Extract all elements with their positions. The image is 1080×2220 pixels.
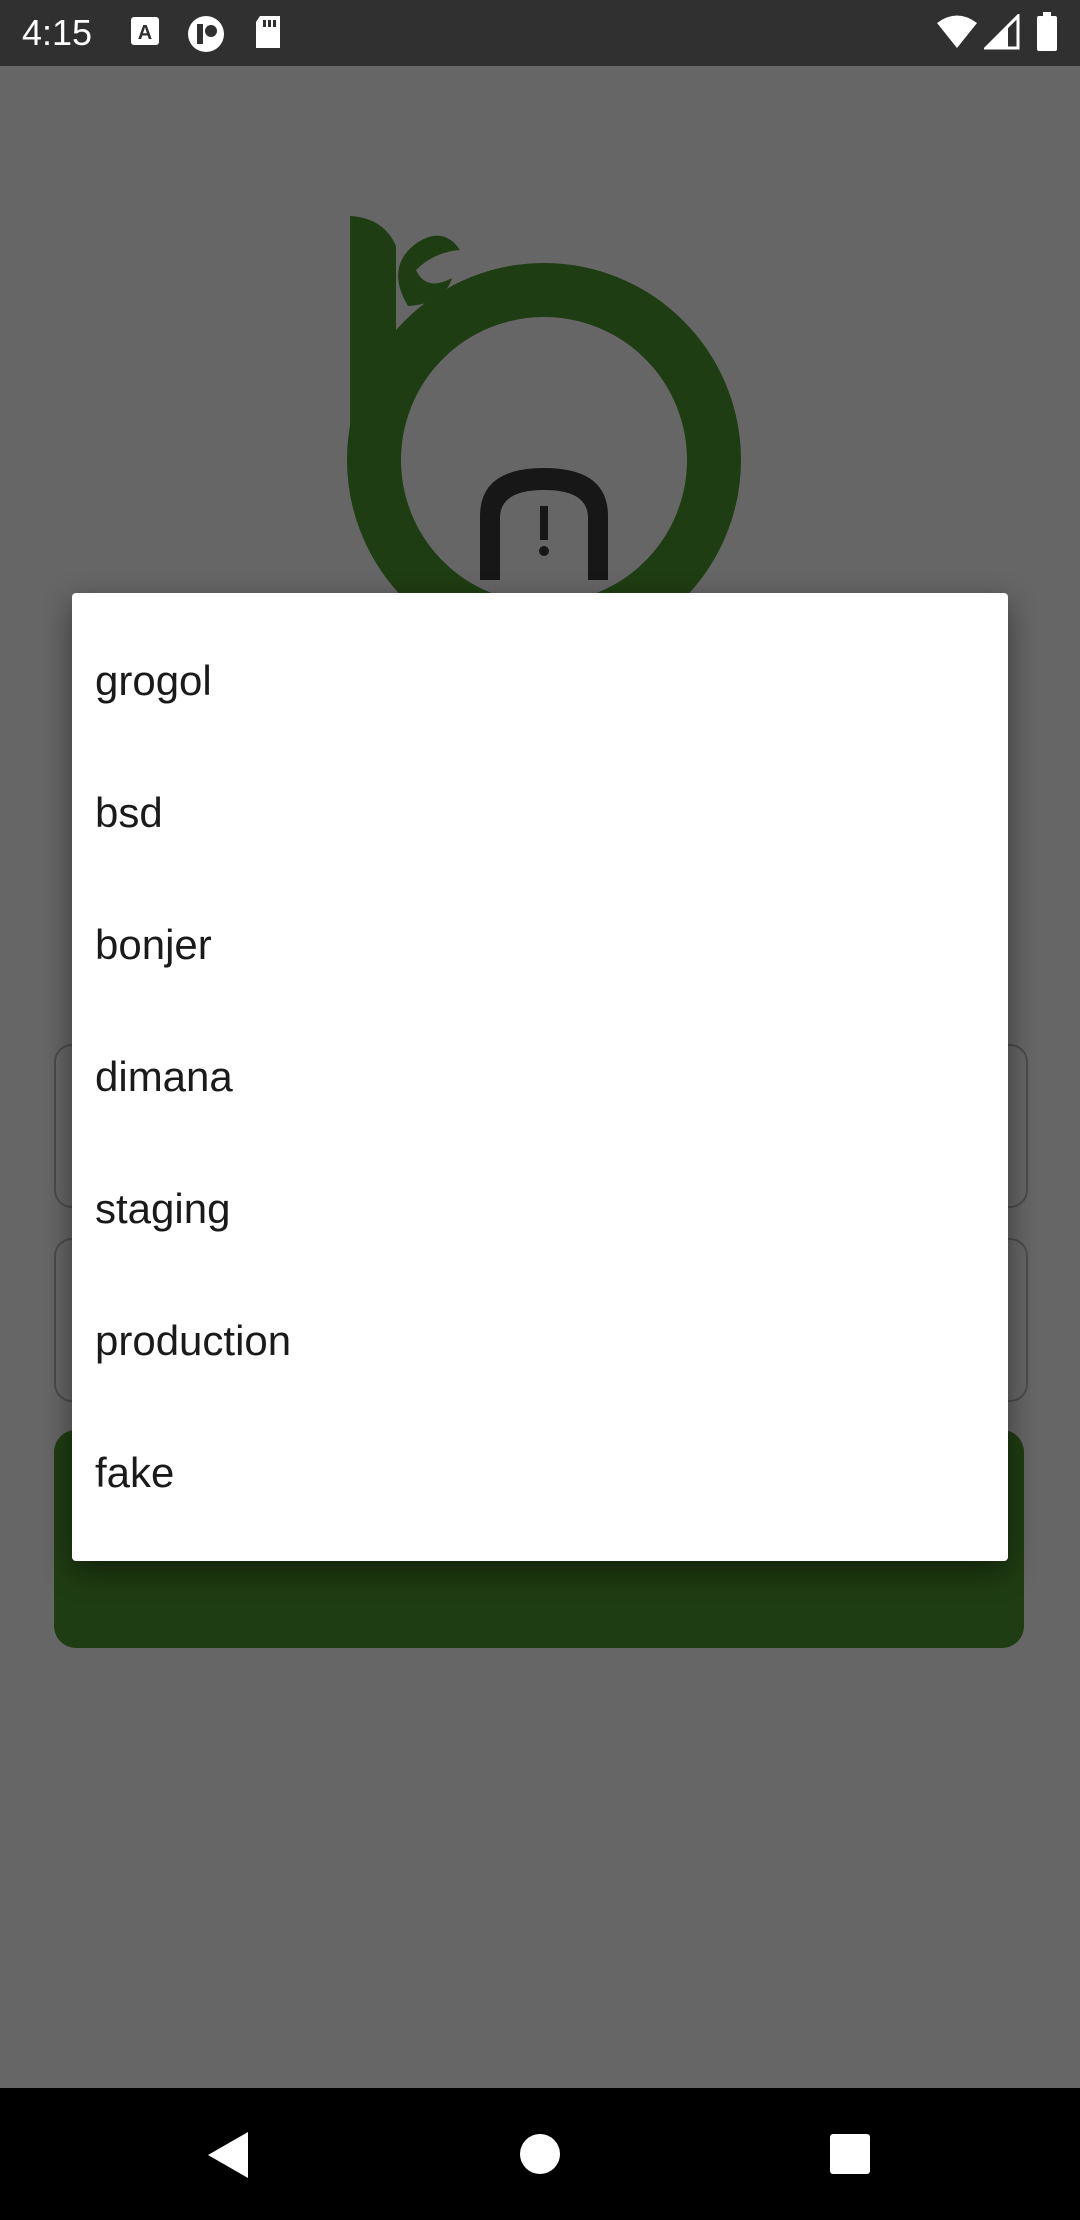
option-grogol[interactable]: grogol [72, 615, 1008, 747]
wifi-icon [936, 14, 978, 55]
option-staging[interactable]: staging [72, 1143, 1008, 1275]
navigation-bar [0, 2088, 1080, 2220]
option-bsd[interactable]: bsd [72, 747, 1008, 879]
option-dimana[interactable]: dimana [72, 1011, 1008, 1143]
environment-select-dialog: grogol bsd bonjer dimana staging product… [72, 593, 1008, 1561]
notification-app-icon [186, 14, 226, 59]
sd-card-icon [252, 14, 284, 55]
battery-icon [1036, 12, 1058, 57]
status-time: 4:15 [22, 12, 93, 53]
signal-icon [982, 12, 1020, 55]
recents-icon[interactable] [828, 2130, 874, 2183]
svg-text:A: A [138, 22, 152, 44]
option-production[interactable]: production [72, 1275, 1008, 1407]
option-bonjer[interactable]: bonjer [72, 879, 1008, 1011]
keyboard-a-icon: A [128, 14, 162, 53]
back-icon[interactable] [204, 2130, 252, 2185]
home-icon[interactable] [518, 2130, 562, 2183]
status-bar: 4:15 A [0, 0, 1080, 66]
option-fake[interactable]: fake [72, 1407, 1008, 1539]
